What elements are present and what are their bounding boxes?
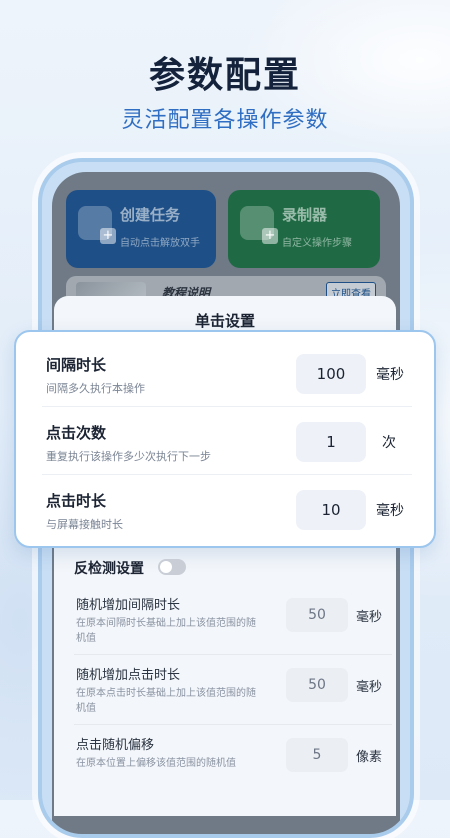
click-duration-input[interactable]: 10 [296, 490, 366, 530]
row-divider [74, 724, 392, 725]
random-offset-desc: 在原本位置上偏移该值范围的随机值 [76, 758, 236, 769]
row-divider [42, 474, 412, 475]
create-task-title: 创建任务 [120, 206, 181, 224]
anti-detect-toggle[interactable] [158, 559, 186, 575]
click-count-desc: 重复执行该操作多少次执行下一步 [46, 450, 211, 463]
random-offset-unit: 像素 [356, 750, 383, 765]
random-click-duration-desc: 在原本点击时长基础上加上该值范围的随机值 [76, 688, 256, 714]
random-interval-input[interactable]: 50 [286, 598, 348, 632]
random-interval-unit: 毫秒 [356, 610, 383, 625]
random-interval-desc: 在原本间隔时长基础上加上该值范围的随机值 [76, 618, 256, 644]
hand-tap-icon [78, 206, 116, 244]
highlight-card: 间隔时长 间隔多久执行本操作 100 毫秒 点击次数 重复执行该操作多少次执行下… [14, 330, 436, 548]
recorder-tile[interactable]: 录制器 自定义操作步骤 [228, 190, 380, 268]
click-duration-unit: 毫秒 [376, 503, 404, 519]
random-offset-row: 点击随机偏移 在原本位置上偏移该值范围的随机值 5 像素 [74, 734, 394, 798]
random-interval-row: 随机增加间隔时长 在原本间隔时长基础上加上该值范围的随机值 50 毫秒 [74, 594, 394, 658]
interval-desc: 间隔多久执行本操作 [46, 382, 145, 395]
interval-unit: 毫秒 [376, 367, 404, 383]
click-count-row: 点击次数 重复执行该操作多少次执行下一步 1 次 [42, 414, 412, 480]
click-count-unit: 次 [382, 435, 396, 451]
interval-row: 间隔时长 间隔多久执行本操作 100 毫秒 [42, 346, 412, 412]
hero-title: 参数配置 [148, 55, 301, 96]
interval-label: 间隔时长 [46, 356, 107, 374]
click-count-input[interactable]: 1 [296, 422, 366, 462]
click-duration-desc: 与屏幕接触时长 [46, 518, 123, 531]
interval-input[interactable]: 100 [296, 354, 366, 394]
sheet-title: 单击设置 [194, 312, 255, 330]
random-click-duration-unit: 毫秒 [356, 680, 383, 695]
random-click-duration-input[interactable]: 50 [286, 668, 348, 702]
anti-detect-label: 反检测设置 [74, 561, 144, 577]
create-task-subtitle: 自动点击解放双手 [120, 238, 200, 249]
hero-subtitle: 灵活配置各操作参数 [121, 108, 329, 133]
click-duration-label: 点击时长 [46, 492, 107, 510]
random-click-duration-label: 随机增加点击时长 [76, 668, 181, 683]
row-divider [42, 406, 412, 407]
recorder-subtitle: 自定义操作步骤 [282, 238, 352, 249]
random-interval-label: 随机增加间隔时长 [76, 598, 181, 613]
row-divider [74, 654, 392, 655]
click-count-label: 点击次数 [46, 424, 107, 442]
random-offset-label: 点击随机偏移 [76, 738, 155, 753]
record-icon [240, 206, 278, 244]
random-offset-input[interactable]: 5 [286, 738, 348, 772]
create-task-tile[interactable]: 创建任务 自动点击解放双手 [66, 190, 216, 268]
recorder-title: 录制器 [282, 206, 328, 224]
click-duration-row: 点击时长 与屏幕接触时长 10 毫秒 [42, 482, 412, 548]
random-click-duration-row: 随机增加点击时长 在原本点击时长基础上加上该值范围的随机值 50 毫秒 [74, 664, 394, 728]
